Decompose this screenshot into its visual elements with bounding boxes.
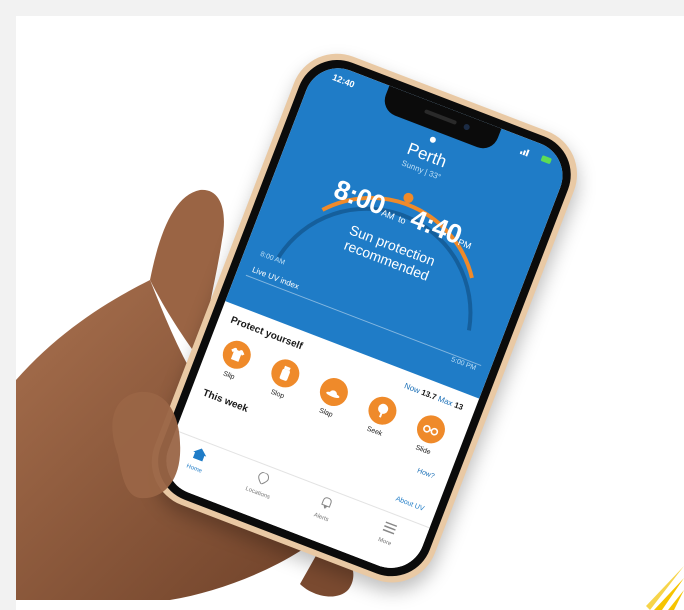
action-slop[interactable]: Slop [250, 352, 310, 418]
action-label: Seek [365, 425, 384, 438]
tab-locations[interactable]: Locations [231, 462, 291, 506]
action-slide[interactable]: Slide [396, 408, 456, 474]
action-slap[interactable]: Slap [299, 371, 359, 437]
front-camera [462, 123, 471, 131]
action-label: Slap [318, 407, 334, 419]
action-label: Slip [222, 370, 236, 382]
shade-icon [364, 392, 401, 429]
sunglasses-icon [412, 411, 450, 448]
tab-label: Locations [244, 486, 271, 501]
start-suffix: AM [379, 207, 397, 222]
bell-icon [321, 497, 332, 510]
menu-icon [382, 521, 398, 535]
home-icon [192, 448, 207, 462]
speaker-grille [423, 109, 458, 125]
tab-alerts[interactable]: Alerts [295, 487, 355, 531]
uv-max-value: 13 [452, 400, 465, 413]
uv-max-label: Max [436, 394, 455, 409]
tab-label: Home [185, 463, 203, 475]
sunscreen-icon [267, 355, 304, 392]
end-suffix: PM [456, 236, 473, 252]
action-label: Slop [269, 388, 286, 401]
tab-more[interactable]: More [358, 511, 418, 555]
tab-label: Alerts [312, 512, 330, 524]
action-label: Slide [414, 444, 432, 457]
photo-scene: 12:40 Perth Sunny | 33° 8:00AM to 4:40PM… [0, 0, 684, 610]
time-joiner: to [396, 214, 408, 227]
uv-now-value: 13.7 [420, 387, 438, 402]
action-seek[interactable]: Seek [348, 390, 408, 456]
about-uv-link[interactable]: About UV [395, 496, 425, 513]
tab-label: More [376, 536, 392, 548]
location-pin-icon [258, 472, 270, 485]
uv-now-label: Now [403, 381, 422, 396]
tab-home[interactable]: Home [168, 438, 228, 482]
hat-icon [315, 373, 352, 411]
shirt-icon [218, 336, 255, 373]
